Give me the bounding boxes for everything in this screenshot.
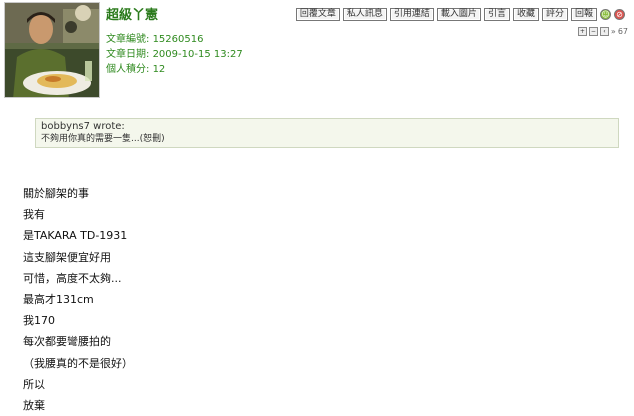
reply-button[interactable]: 回覆文章 <box>295 8 340 21</box>
post-line: 我170 <box>23 314 55 328</box>
article-date-value: 2009-10-15 13:27 <box>152 49 243 60</box>
quote-link-button[interactable]: 引用連結 <box>389 8 434 21</box>
rate-button[interactable]: 評分 <box>541 8 568 21</box>
smile-icon[interactable]: ☺ <box>600 9 611 20</box>
post-line: 可惜，高度不太夠... <box>23 271 122 285</box>
post-line: 每次都要彎腰拍的 <box>23 335 111 349</box>
post-line: 我有 <box>23 208 45 222</box>
article-id-value: 15260516 <box>152 34 204 45</box>
expand-icon[interactable]: + <box>577 27 587 36</box>
user-score-label: 個人積分: <box>106 64 150 75</box>
post-line: 放棄 <box>23 398 45 412</box>
post-line: 最高才131cm <box>23 292 94 306</box>
post-line: 這支腳架便宜好用 <box>23 250 111 264</box>
post-line: 是TAKARA TD-1931 <box>23 229 128 243</box>
next-arrow-icon[interactable]: » <box>611 27 616 36</box>
post-body: 關於腳架的事 我有 是TAKARA TD-1931 這支腳架便宜好用 可惜，高度… <box>23 183 133 416</box>
post-line: 所以 <box>23 377 45 391</box>
post-count: 67 <box>617 27 628 36</box>
post-toolbar: 回覆文章 私人訊息 引用連結 載入圖片 引言 收藏 評分 回報 ☺ ⊘ <box>295 8 625 21</box>
avatar-photo <box>5 3 99 97</box>
quote-box: bobbyns7 wrote: 不夠用你真的需要一隻...(恕刪) <box>35 118 619 148</box>
article-id-row: 文章編號: 15260516 <box>106 32 243 47</box>
author-name[interactable]: 超級丫憲 <box>106 4 158 23</box>
article-date-row: 文章日期: 2009-10-15 13:27 <box>106 47 243 62</box>
previous-icon[interactable]: ‹ <box>599 27 609 36</box>
article-date-label: 文章日期: <box>106 49 150 60</box>
private-message-button[interactable]: 私人訊息 <box>342 8 387 21</box>
collapse-icon[interactable]: − <box>588 27 598 36</box>
ban-icon[interactable]: ⊘ <box>614 9 625 20</box>
post-line: 關於腳架的事 <box>23 187 89 200</box>
quote-text: 不夠用你真的需要一隻...(恕刪) <box>41 134 165 144</box>
user-score-value: 12 <box>152 64 166 75</box>
post-navigation: + − ‹ » 67 <box>577 27 628 36</box>
quote-button[interactable]: 引言 <box>483 8 510 21</box>
post-meta: 文章編號: 15260516 文章日期: 2009-10-15 13:27 個人… <box>106 32 243 77</box>
favorite-button[interactable]: 收藏 <box>512 8 539 21</box>
report-button[interactable]: 回報 <box>570 8 597 21</box>
article-id-label: 文章編號: <box>106 34 150 45</box>
post-line: （我腰真的不是很好） <box>23 356 133 370</box>
quote-author: bobbyns7 wrote: <box>41 121 125 132</box>
load-images-button[interactable]: 載入圖片 <box>436 8 481 21</box>
user-score-row: 個人積分: 12 <box>106 62 243 77</box>
user-avatar <box>4 2 100 98</box>
